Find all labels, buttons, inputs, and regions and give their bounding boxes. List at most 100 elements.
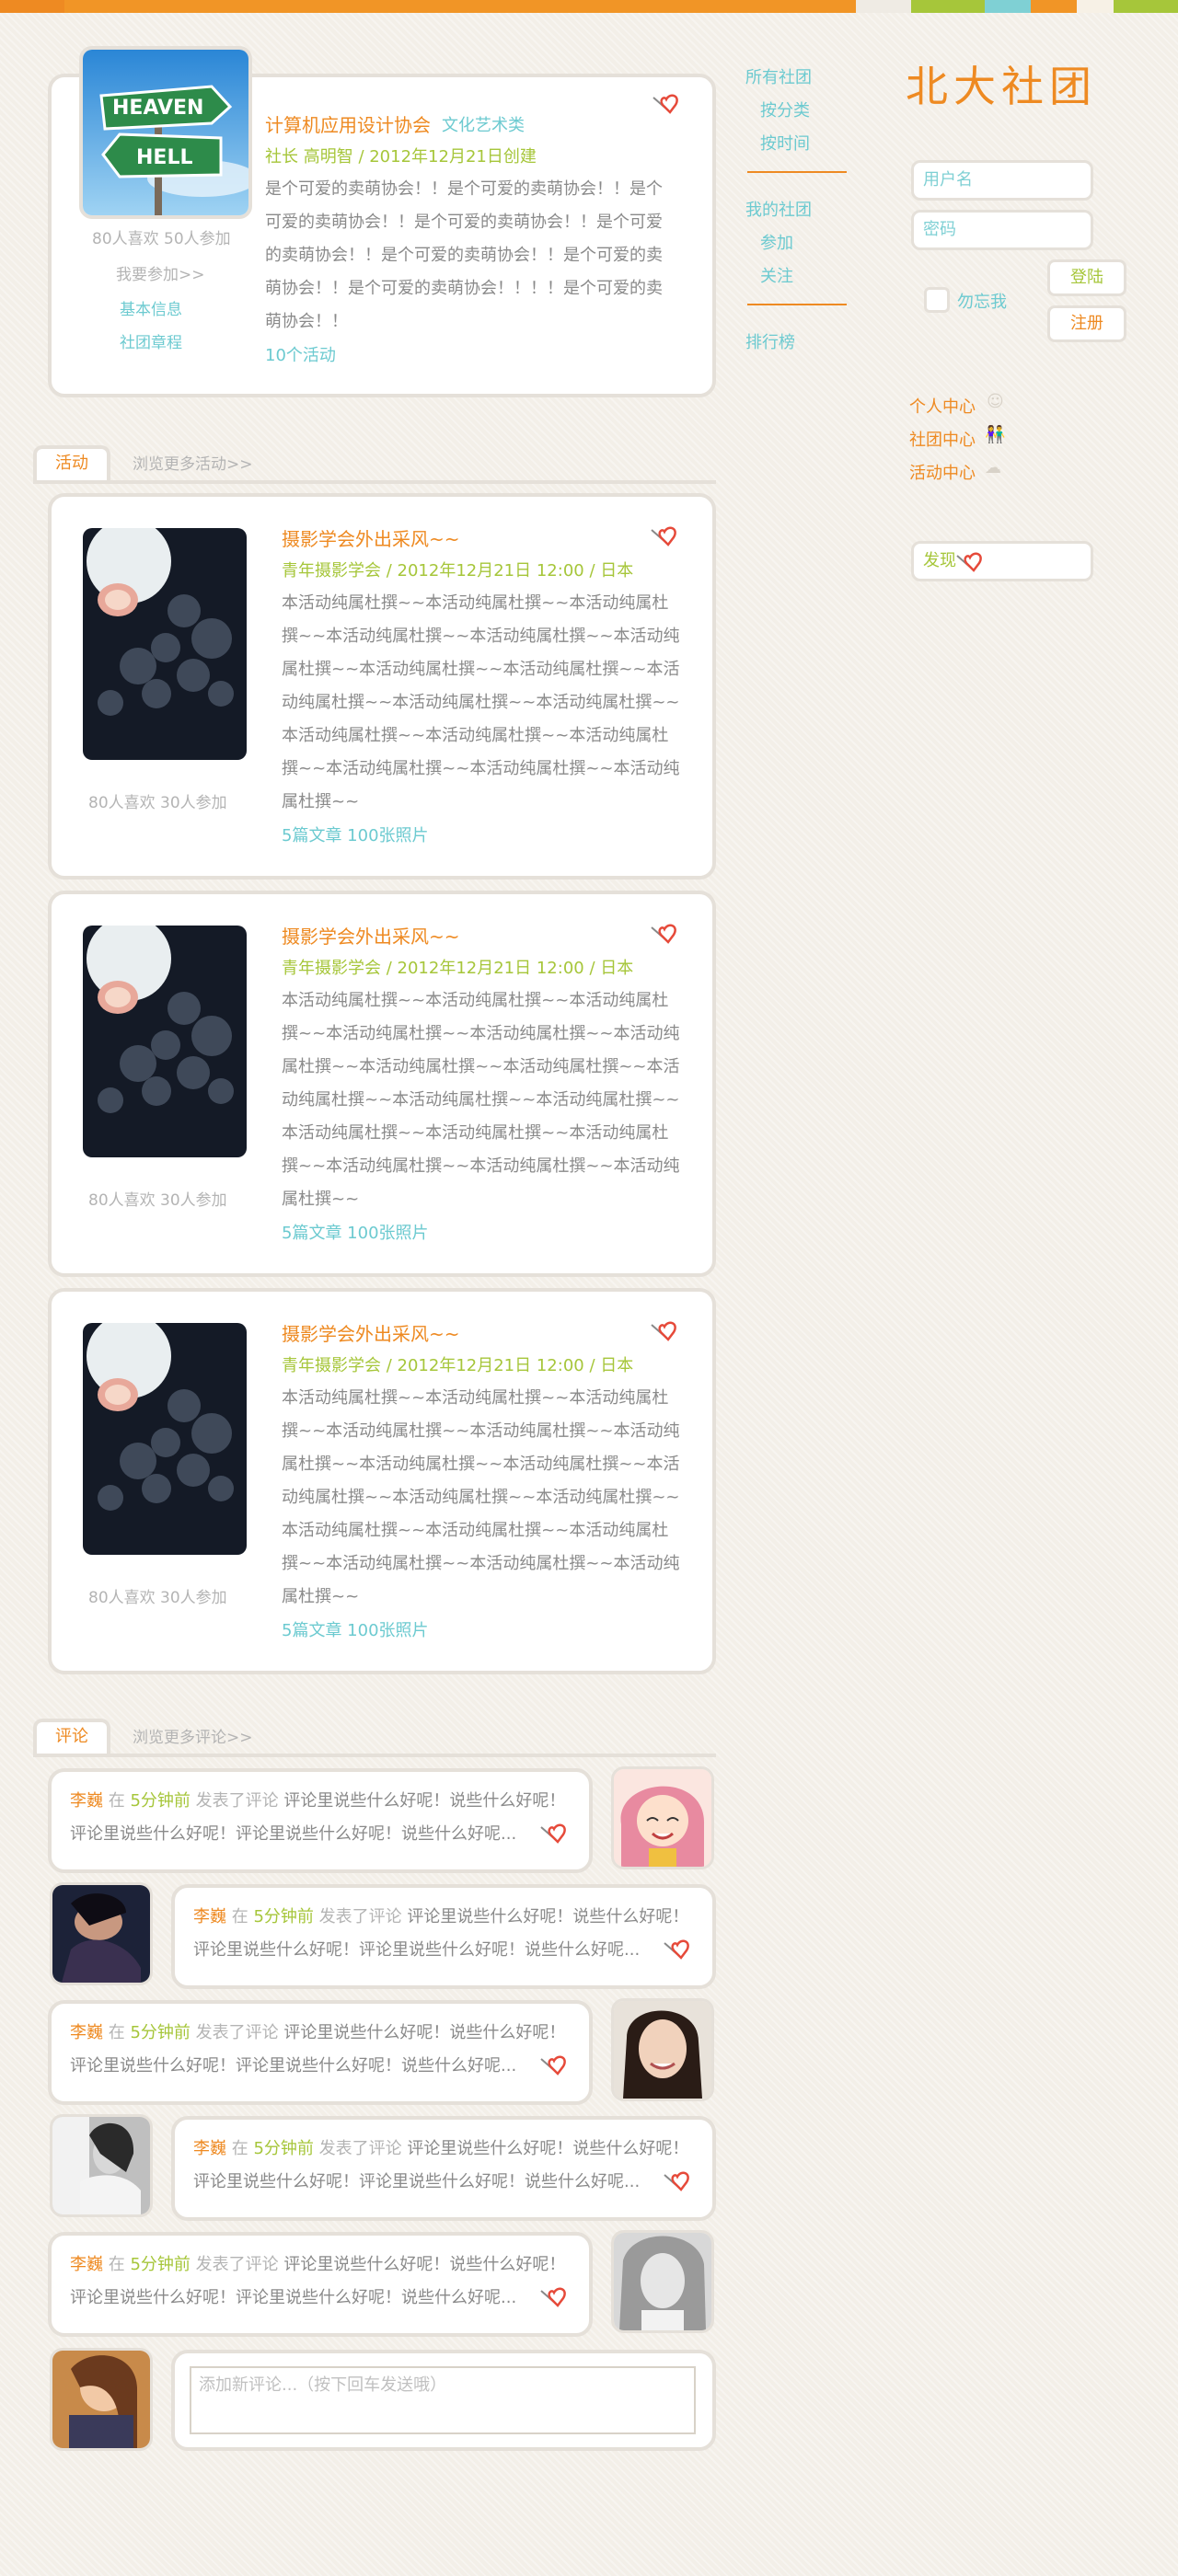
remember-checkbox[interactable] xyxy=(924,287,950,313)
activity-image xyxy=(83,926,247,1157)
club-name[interactable]: 计算机应用设计协会 xyxy=(265,110,431,137)
club-center-link[interactable]: 社团中心 xyxy=(909,427,976,451)
username-input[interactable]: 用户名 xyxy=(911,160,1093,201)
activities-tab-underline xyxy=(33,480,716,484)
comment-avatar[interactable] xyxy=(611,2230,714,2333)
basic-info-link[interactable]: 基本信息 xyxy=(120,296,182,319)
charter-link[interactable]: 社团章程 xyxy=(120,329,182,352)
club-category[interactable]: 文化艺术类 xyxy=(442,112,525,136)
activity-stats: 80人喜欢 30人参加 xyxy=(88,794,227,812)
heart-icon xyxy=(956,552,982,572)
activity-image xyxy=(83,1323,247,1555)
comment-action: 发表了评论 xyxy=(195,2023,279,2042)
comment-time: 5分钟前 xyxy=(130,1791,191,1811)
more-comments-link[interactable]: 浏览更多评论>> xyxy=(133,1724,253,1747)
remember-label: 勿忘我 xyxy=(957,293,1007,312)
like-icon[interactable] xyxy=(537,2285,571,2309)
svg-text:HEAVEN: HEAVEN xyxy=(112,97,203,120)
nav-by-time[interactable]: 按时间 xyxy=(760,131,810,155)
activity-body: 本活动纯属杜撰~~本活动纯属杜撰~~本活动纯属杜撰~~本活动纯属杜撰~~本活动纯… xyxy=(282,593,680,811)
site-logo: 北大社团 xyxy=(906,62,1097,111)
activity-title[interactable]: 摄影学会外出采风~~ xyxy=(282,922,460,949)
discover-label: 发现 xyxy=(923,551,956,570)
personal-center-link[interactable]: 个人中心 xyxy=(909,394,976,418)
comment-avatar[interactable] xyxy=(611,1766,714,1869)
activity-links[interactable]: 5篇文章 100张照片 xyxy=(282,1617,429,1641)
club-image: HEAVEN HELL xyxy=(79,46,252,219)
join-club-link[interactable]: 我要参加>> xyxy=(116,261,205,284)
password-input[interactable]: 密码 xyxy=(911,210,1093,250)
tab-activities[interactable]: 活动 xyxy=(33,445,110,480)
like-icon[interactable] xyxy=(537,1822,571,1846)
activity-title[interactable]: 摄影学会外出采风~~ xyxy=(282,1319,460,1346)
activity-center-link[interactable]: 活动中心 xyxy=(909,460,976,484)
comment-author[interactable]: 李巍 xyxy=(70,1791,103,1811)
new-comment-input[interactable]: 添加新评论...（按下回车发送哦） xyxy=(190,2366,696,2434)
nav-ranking[interactable]: 排行榜 xyxy=(745,329,795,353)
person-icon: ☺ xyxy=(987,392,1004,411)
more-activities-link[interactable]: 浏览更多活动>> xyxy=(133,451,253,474)
comment-at: 在 xyxy=(108,2023,125,2042)
comment-at: 在 xyxy=(108,1791,125,1811)
comment-avatar[interactable] xyxy=(611,1998,714,2101)
comments-tab-underline xyxy=(33,1754,716,1757)
activity-body: 本活动纯属杜撰~~本活动纯属杜撰~~本活动纯属杜撰~~本活动纯属杜撰~~本活动纯… xyxy=(282,1388,680,1606)
discover-search[interactable]: 发现 xyxy=(911,541,1093,581)
activity-image xyxy=(83,528,247,760)
club-stats: 80人喜欢 50人参加 xyxy=(92,230,231,248)
comment-action: 发表了评论 xyxy=(195,1791,279,1811)
comment-time: 5分钟前 xyxy=(253,1907,314,1926)
activity-meta: 青年摄影学会 / 2012年12月21日 12:00 / 日本 xyxy=(282,1356,634,1375)
comment-content: 李巍 在 5分钟前 发表了评论 评论里说些什么好呢！说些什么好呢！评论里说些什么… xyxy=(70,2017,571,2083)
nav-by-category[interactable]: 按分类 xyxy=(760,98,810,121)
comment-content: 李巍 在 5分钟前 发表了评论 评论里说些什么好呢！说些什么好呢！评论里说些什么… xyxy=(193,2133,694,2199)
like-icon[interactable] xyxy=(661,1938,694,1961)
comment-time: 5分钟前 xyxy=(130,2023,191,2042)
comment-time: 5分钟前 xyxy=(253,2139,314,2158)
like-icon[interactable] xyxy=(648,524,681,548)
nav-joined[interactable]: 参加 xyxy=(760,230,793,254)
login-button[interactable]: 登陆 xyxy=(1047,259,1126,296)
comment-author[interactable]: 李巍 xyxy=(70,2023,103,2042)
nav-all-clubs[interactable]: 所有社团 xyxy=(745,64,812,88)
like-icon[interactable] xyxy=(648,1319,681,1343)
comment-avatar[interactable] xyxy=(50,1882,153,1985)
activity-meta: 青年摄影学会 / 2012年12月21日 12:00 / 日本 xyxy=(282,959,634,978)
club-meta: 社长 高明智 / 2012年12月21日创建 xyxy=(265,147,537,167)
activity-body: 本活动纯属杜撰~~本活动纯属杜撰~~本活动纯属杜撰~~本活动纯属杜撰~~本活动纯… xyxy=(282,991,680,1209)
nav-following[interactable]: 关注 xyxy=(760,263,793,287)
activity-links[interactable]: 5篇文章 100张照片 xyxy=(282,1220,429,1244)
club-description: 是个可爱的卖萌协会！！是个可爱的卖萌协会！！是个可爱的卖萌协会！！是个可爱的卖萌… xyxy=(265,179,663,331)
like-icon[interactable] xyxy=(537,2053,571,2077)
activity-stats: 80人喜欢 30人参加 xyxy=(88,1589,227,1607)
tab-comments[interactable]: 评论 xyxy=(33,1719,110,1754)
like-icon[interactable] xyxy=(650,92,683,116)
nav-my-clubs[interactable]: 我的社团 xyxy=(745,197,812,221)
comment-at: 在 xyxy=(108,2255,125,2274)
nav-separator xyxy=(747,304,847,305)
activity-links[interactable]: 5篇文章 100张照片 xyxy=(282,822,429,846)
svg-text:HELL: HELL xyxy=(136,146,192,169)
like-icon[interactable] xyxy=(661,2169,694,2193)
comment-action: 发表了评论 xyxy=(195,2255,279,2274)
current-user-avatar xyxy=(50,2348,153,2451)
comment-time: 5分钟前 xyxy=(130,2255,191,2274)
top-color-bar xyxy=(0,0,1178,13)
comment-content: 李巍 在 5分钟前 发表了评论 评论里说些什么好呢！说些什么好呢！评论里说些什么… xyxy=(70,2248,571,2315)
people-icon: 👫 xyxy=(985,425,1006,444)
comment-author[interactable]: 李巍 xyxy=(193,2139,226,2158)
activity-title[interactable]: 摄影学会外出采风~~ xyxy=(282,524,460,551)
comment-at: 在 xyxy=(231,2139,248,2158)
activity-meta: 青年摄影学会 / 2012年12月21日 12:00 / 日本 xyxy=(282,561,634,581)
comment-author[interactable]: 李巍 xyxy=(193,1907,226,1926)
activity-stats: 80人喜欢 30人参加 xyxy=(88,1191,227,1210)
club-activity-count[interactable]: 10个活动 xyxy=(265,342,336,366)
register-button[interactable]: 注册 xyxy=(1047,305,1126,342)
comment-content: 李巍 在 5分钟前 发表了评论 评论里说些什么好呢！说些什么好呢！评论里说些什么… xyxy=(193,1901,694,1967)
comment-action: 发表了评论 xyxy=(318,1907,402,1926)
comment-avatar[interactable] xyxy=(50,2114,153,2217)
comment-author[interactable]: 李巍 xyxy=(70,2255,103,2274)
cloud-icon: ☁ xyxy=(985,458,1001,477)
like-icon[interactable] xyxy=(648,922,681,946)
comment-at: 在 xyxy=(231,1907,248,1926)
